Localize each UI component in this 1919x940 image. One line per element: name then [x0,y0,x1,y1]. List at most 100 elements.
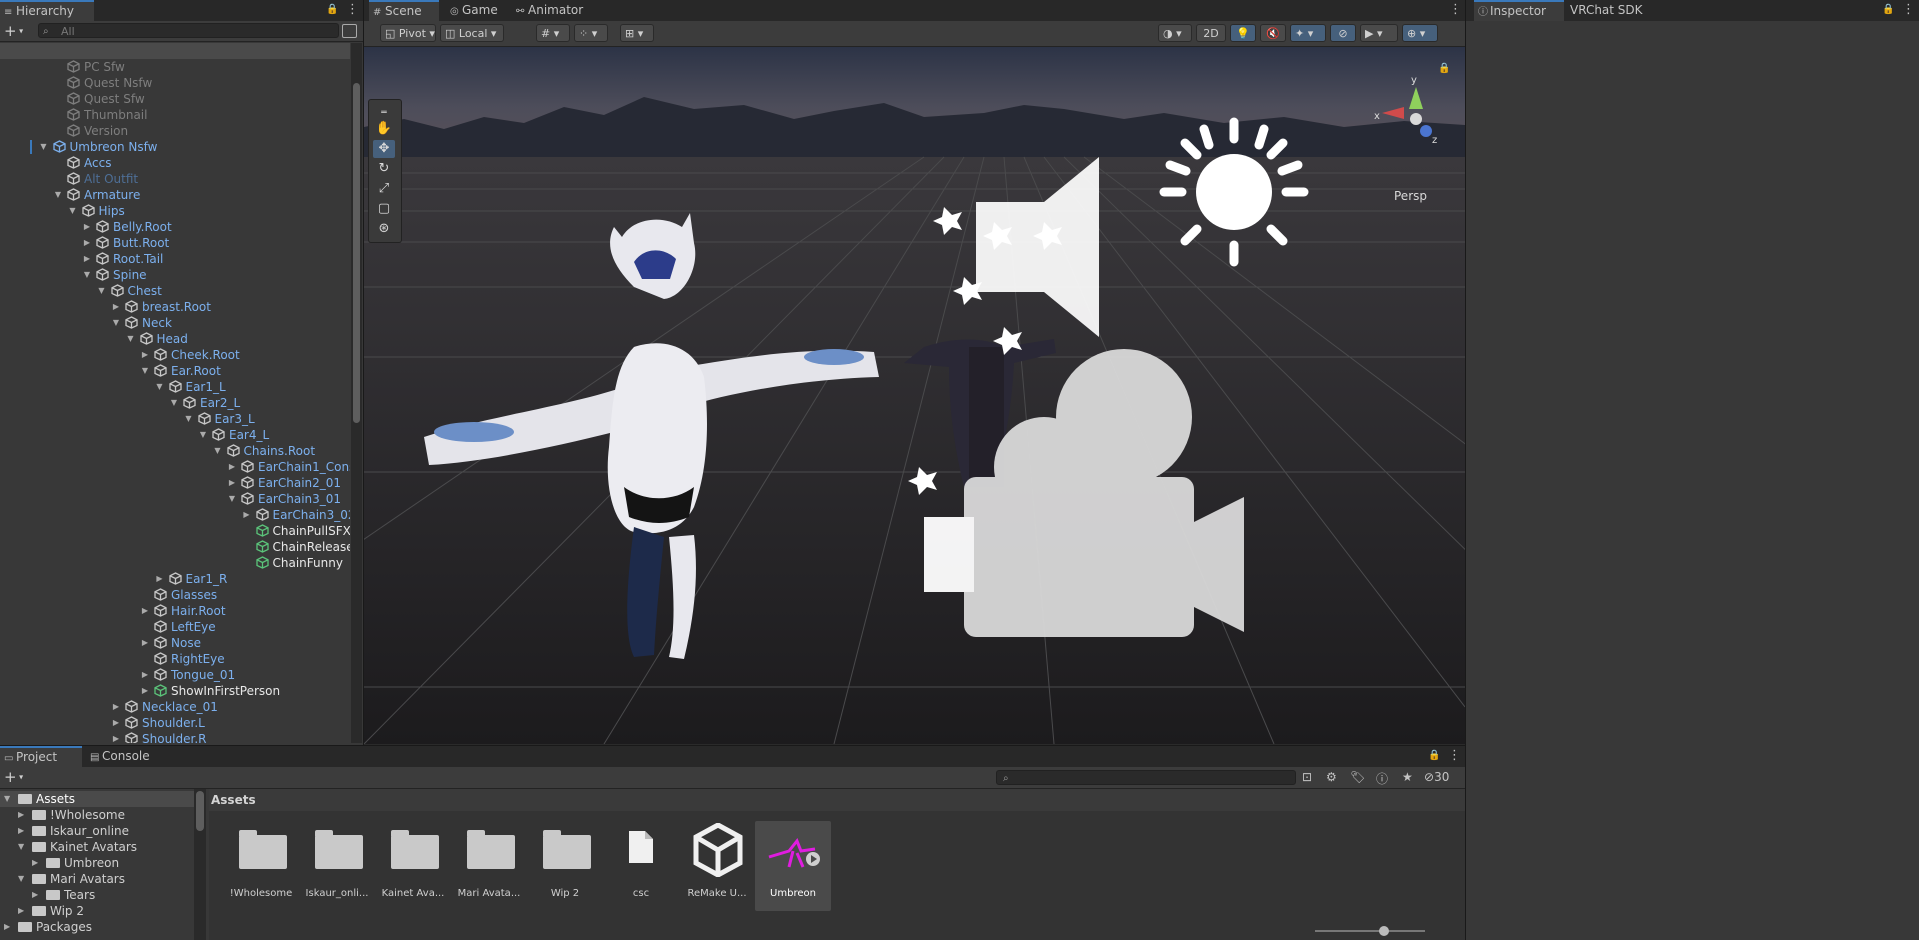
expand-arrow-icon[interactable]: ▶ [111,299,121,315]
collapse-arrow-icon[interactable]: ▼ [227,491,237,507]
expand-arrow-icon[interactable]: ▶ [140,603,150,619]
asset-item[interactable]: !Wholesome [223,821,299,911]
hierarchy-row[interactable]: ▶ EarChain3_02 [0,507,350,523]
collapse-arrow-icon[interactable]: ▼ [18,839,24,855]
hierarchy-row[interactable]: ▶ Belly.Root [0,219,350,235]
expand-arrow-icon[interactable]: ▶ [82,251,92,267]
favorites-star-icon[interactable]: ★ [1402,770,1413,784]
hierarchy-row[interactable]: ▶ Butt.Root [0,235,350,251]
hierarchy-scrollbar[interactable] [351,43,362,743]
hidden-objects-toggle[interactable]: ⊘ [1330,24,1356,42]
project-lock-icon[interactable]: 🔒 [1428,749,1440,763]
hand-tool-icon[interactable]: ✋ [373,120,395,138]
hierarchy-row[interactable]: ▶ EarChain2_01 [0,475,350,491]
asset-item[interactable]: Kainet Ava... [375,821,451,911]
transform-tool-icon[interactable]: ⊛ [373,220,395,238]
asset-item[interactable]: csc [603,821,679,911]
expand-arrow-icon[interactable]: ▶ [242,507,252,523]
hierarchy-row[interactable]: ▶ ShowInFirstPerson [0,683,350,699]
move-tool-icon[interactable]: ✥ [373,140,395,158]
hierarchy-row[interactable]: Quest Nsfw [0,75,350,91]
hierarchy-row[interactable]: RightEye [0,651,350,667]
inspector-menu-icon[interactable]: ⋮ [1902,3,1915,17]
add-object-button[interactable]: + ▾ [4,23,30,39]
asset-item[interactable]: Mari Avata... [451,821,527,911]
audio-toggle[interactable]: 🔇 [1260,24,1286,42]
folder-tree-item[interactable]: ▶ Packages [0,919,200,935]
hierarchy-row[interactable]: ▼ Ear3_L [0,411,350,427]
inspector-lock-icon[interactable]: 🔒 [1882,3,1894,17]
collapse-arrow-icon[interactable]: ▼ [169,395,179,411]
camera-dropdown[interactable]: ▶ ▾ [1360,24,1398,42]
hierarchy-menu-icon[interactable]: ⋮ [346,3,359,17]
collapse-arrow-icon[interactable]: ▼ [53,187,63,203]
expand-arrow-icon[interactable]: ▶ [140,347,150,363]
draw-mode-dropdown[interactable]: ◑ ▾ [1158,24,1192,42]
persp-label[interactable]: Persp [1394,189,1427,203]
hierarchy-row[interactable]: ▼ Umbreon Nsfw [0,139,350,155]
collapse-arrow-icon[interactable]: ▼ [4,791,10,807]
collapse-arrow-icon[interactable]: ▼ [198,427,208,443]
hierarchy-row[interactable]: ▼ Ear1_L [0,379,350,395]
icon-size-slider-knob[interactable] [1379,926,1389,936]
project-menu-icon[interactable]: ⋮ [1448,749,1461,763]
hierarchy-search-input[interactable]: ⌕ All [38,23,339,38]
hierarchy-row[interactable]: ▶ Nose [0,635,350,651]
collapse-arrow-icon[interactable]: ▼ [82,267,92,283]
search-by-type-icon[interactable]: ⊡ [1302,770,1312,784]
effects-dropdown[interactable]: ✦ ▾ [1290,24,1326,42]
ruler-dropdown[interactable]: ⊞ ▾ [620,24,654,42]
tab-vrchat-sdk[interactable]: VRChat SDK [1566,0,1656,21]
filter-by-label-icon[interactable]: 🏷 [1350,770,1365,784]
hierarchy-row[interactable]: ▼ Head [0,331,350,347]
expand-arrow-icon[interactable]: ▶ [111,715,121,731]
snap-increment-dropdown[interactable]: ⁘ ▾ [574,24,608,42]
importlog-icon[interactable]: ⓘ [1376,770,1388,787]
collapse-arrow-icon[interactable]: ▼ [39,139,49,155]
local-dropdown[interactable]: ◫ Local ▾ [440,24,504,42]
hierarchy-row[interactable]: ▼ Ear.Root [0,363,350,379]
hierarchy-row[interactable]: ▼ Chains.Root [0,443,350,459]
expand-arrow-icon[interactable]: ▶ [111,731,121,743]
hierarchy-row[interactable]: ▶ breast.Root [0,299,350,315]
folder-tree-item[interactable]: ▶ Iskaur_online [0,823,200,839]
folder-tree-item[interactable]: ▶ Umbreon [0,855,200,871]
pivot-dropdown[interactable]: ◱ Pivot ▾ [380,24,436,42]
create-asset-button[interactable]: + ▾ [4,769,30,785]
expand-arrow-icon[interactable]: ▶ [82,219,92,235]
expand-arrow-icon[interactable]: ▶ [18,823,24,839]
hierarchy-row[interactable]: ▶ Shoulder.R [0,731,350,743]
hierarchy-row[interactable]: ▶ Ear1_R [0,571,350,587]
tab-inspector[interactable]: ⓘ Inspector [1474,0,1564,21]
hierarchy-row[interactable]: ▼ Ear2_L [0,395,350,411]
collapse-arrow-icon[interactable]: ▼ [155,379,165,395]
project-search-input[interactable]: ⌕ [996,770,1296,785]
hierarchy-row[interactable]: ▶ Cheek.Root [0,347,350,363]
hierarchy-row[interactable]: Accs [0,155,350,171]
hierarchy-row[interactable]: ▶ EarChain1_Cons [0,459,350,475]
rotate-tool-icon[interactable]: ↻ [373,160,395,178]
collapse-arrow-icon[interactable]: ▼ [184,411,194,427]
hierarchy-row[interactable]: Alt Outfit [0,171,350,187]
tab-scene[interactable]: # Scene [369,0,439,21]
hierarchy-row[interactable]: ▼ Hips [0,203,350,219]
lighting-toggle[interactable]: 💡 [1230,24,1256,42]
tab-console[interactable]: ▤ Console [86,746,166,767]
hierarchy-row[interactable]: LeftEye [0,619,350,635]
asset-item[interactable]: Umbreon [755,821,831,911]
hierarchy-row[interactable]: ▶ Root.Tail [0,251,350,267]
tab-hierarchy[interactable]: ≡ Hierarchy [0,0,94,21]
folder-tree-item[interactable]: ▼ Mari Avatars [0,871,200,887]
hierarchy-row[interactable]: ChainFunny [0,555,350,571]
rect-tool-icon[interactable]: ▢ [373,200,395,218]
hierarchy-row[interactable]: Glasses [0,587,350,603]
expand-arrow-icon[interactable]: ▶ [227,475,237,491]
asset-item[interactable]: ReMake U... [679,821,755,911]
expand-arrow-icon[interactable]: ▶ [32,887,38,903]
collapse-arrow-icon[interactable]: ▼ [140,363,150,379]
scene-visibility-icon[interactable] [342,24,357,38]
expand-arrow-icon[interactable]: ▶ [18,807,24,823]
expand-arrow-icon[interactable]: ▶ [140,635,150,651]
scale-tool-icon[interactable]: ⤢ [373,180,395,198]
scene-menu-icon[interactable]: ⋮ [1449,3,1462,17]
